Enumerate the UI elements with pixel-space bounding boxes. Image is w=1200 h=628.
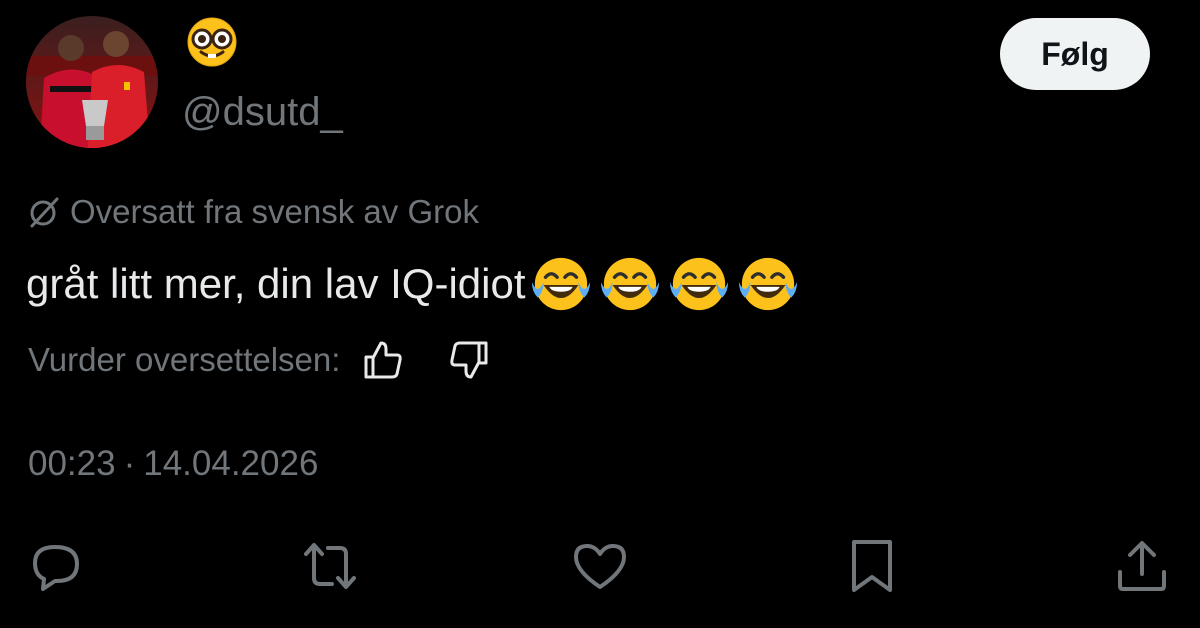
like-button[interactable] xyxy=(570,536,630,596)
reply-button[interactable] xyxy=(26,536,86,596)
face-with-tears-of-joy-icon xyxy=(738,257,797,311)
thumbs-up-button[interactable] xyxy=(362,339,404,381)
retweet-button[interactable] xyxy=(300,536,360,596)
translation-note-text: Oversatt fra svensk av Grok xyxy=(70,193,479,230)
retweet-icon xyxy=(304,543,356,589)
bookmark-icon xyxy=(852,540,892,592)
rate-translation-label: Vurder oversettelsen: xyxy=(28,341,341,378)
grok-icon xyxy=(30,197,59,228)
face-with-tears-of-joy-icon xyxy=(669,257,728,311)
thumbs-up-icon xyxy=(364,341,403,379)
tweet-time: 00:23 xyxy=(28,444,116,483)
reply-icon xyxy=(33,545,79,591)
follow-button[interactable]: Følg xyxy=(1000,18,1150,90)
emoji-group xyxy=(530,253,799,315)
rate-translation-row: Vurder oversettelsen: xyxy=(28,336,490,384)
heart-icon xyxy=(574,544,626,589)
translation-note[interactable]: Oversatt fra svensk av Grok xyxy=(28,190,479,234)
face-with-tears-of-joy-icon xyxy=(531,257,590,311)
tweet-timestamp[interactable]: 00:23 · 14.04.2026 xyxy=(28,442,318,486)
share-button[interactable] xyxy=(1112,536,1172,596)
thumbs-down-button[interactable] xyxy=(448,339,490,381)
avatar-photo xyxy=(26,16,158,148)
tweet-body: gråt litt mer, din lav IQ-idiot xyxy=(26,260,526,307)
avatar[interactable] xyxy=(26,16,158,148)
share-icon xyxy=(1118,541,1166,591)
nerd-face-icon xyxy=(186,16,238,68)
user-handle[interactable]: @dsutd_ xyxy=(182,88,343,136)
bookmark-button[interactable] xyxy=(842,536,902,596)
tweet-text: gråt litt mer, din lav IQ-idiot xyxy=(26,252,799,316)
face-with-tears-of-joy-icon xyxy=(600,257,659,311)
tweet-date: 14.04.2026 xyxy=(143,444,319,483)
timestamp-separator: · xyxy=(123,444,136,483)
thumbs-down-icon xyxy=(450,341,488,379)
